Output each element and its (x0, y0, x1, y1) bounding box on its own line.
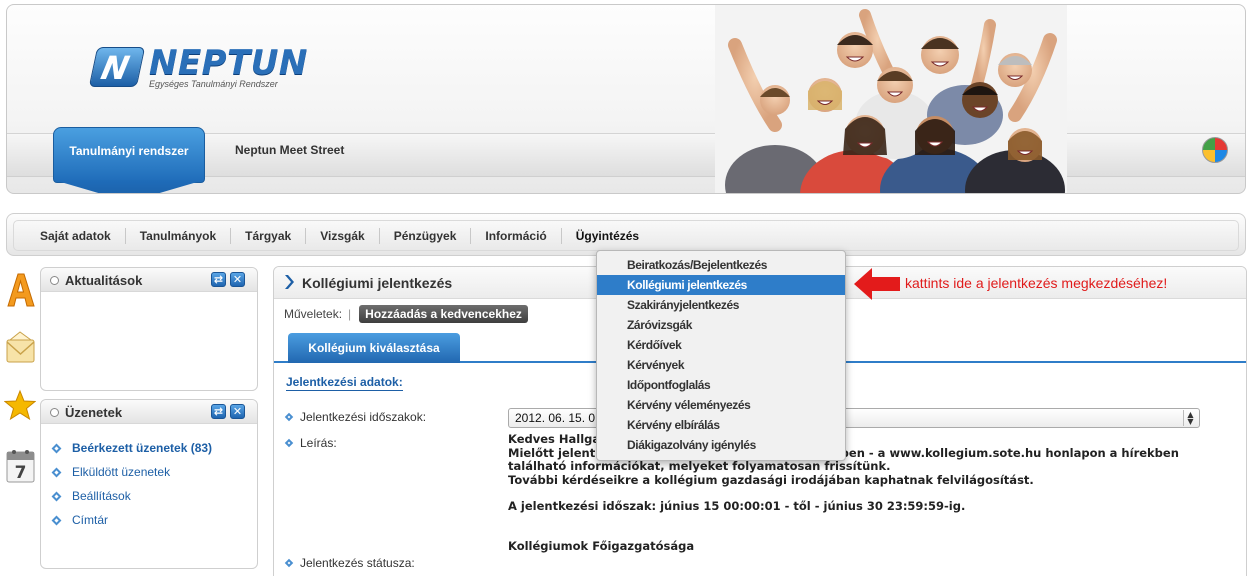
link-directory[interactable]: Címtár (51, 508, 257, 532)
link-settings[interactable]: Beállítások (51, 484, 257, 508)
section-title: Jelentkezési adatok: (286, 375, 403, 391)
nav-targyak[interactable]: Tárgyak (231, 227, 307, 244)
nav-tanulmanyok[interactable]: Tanulmányok (126, 227, 232, 244)
description-field-label: Leírás: (284, 436, 337, 450)
logo-subtitle: Egységes Tanulmányi Rendszer (149, 79, 278, 89)
logo-mark-icon: N (88, 47, 146, 87)
link-sent-label: Elküldött üzenetek (72, 465, 171, 479)
main-nav-inner: Saját adatok Tanulmányok Tárgyak Vizsgák… (13, 220, 1239, 251)
nav-sajat-adatok[interactable]: Saját adatok (26, 227, 126, 244)
menu-item-kollegiumi-jelentkezes[interactable]: Kollégiumi jelentkezés (597, 275, 845, 295)
link-inbox[interactable]: Beérkezett üzenetek (83) (51, 436, 257, 460)
calendar-day: 7 (15, 463, 27, 483)
neptun-logo[interactable]: N NEPTUN Egységes Tanulmányi Rendszer (88, 43, 307, 95)
news-panel-header: Aktualitások ⇄ ✕ (41, 268, 257, 292)
logo-text: NEPTUN (149, 43, 308, 83)
status-field-label: Jelentkezés státusza: (284, 556, 415, 570)
bullet-icon (284, 558, 294, 568)
language-globe-icon[interactable] (1202, 137, 1228, 163)
menu-item-idopontfoglalas[interactable]: Időpontfoglalás (597, 375, 845, 395)
menu-item-beiratkozas[interactable]: Beiratkozás/Bejelentkezés (597, 255, 845, 275)
panel-dot-icon (50, 276, 59, 285)
tab-tanulmanyi-rendszer[interactable]: Tanulmányi rendszer (53, 127, 205, 183)
link-inbox-label: Beérkezett üzenetek (83) (72, 441, 213, 455)
red-arrow-annotation-icon (854, 268, 900, 300)
period-select-value: 2012. 06. 15. 0 (515, 411, 596, 425)
select-arrows-icon: ▲ ▼ (1183, 410, 1197, 426)
menu-item-kervenyek[interactable]: Kérvények (597, 355, 845, 375)
refresh-icon[interactable]: ⇄ (211, 404, 226, 419)
refresh-icon[interactable]: ⇄ (211, 272, 226, 287)
tab-kollegium-kivalasztasa[interactable]: Kollégium kiválasztása (288, 333, 460, 363)
close-icon[interactable]: ✕ (230, 404, 245, 419)
bullet-icon (51, 491, 62, 501)
nav-penzugyek[interactable]: Pénzügyek (380, 227, 472, 244)
actions-separator: | (348, 307, 352, 321)
messages-links: Beérkezett üzenetek (83) Elküldött üzene… (41, 424, 257, 532)
star-favorites-icon[interactable] (4, 386, 36, 426)
actions-bar: Műveletek: | Hozzáadás a kedvencekhez (284, 305, 528, 323)
period-field-label: Jelentkezési időszakok: (284, 410, 427, 424)
tab-neptun-meet-street[interactable]: Neptun Meet Street (235, 143, 344, 157)
link-sent[interactable]: Elküldött üzenetek (51, 460, 257, 484)
bullet-icon (51, 443, 62, 453)
nav-informacio[interactable]: Információ (471, 227, 562, 244)
close-icon[interactable]: ✕ (230, 272, 245, 287)
desc-line-2b: ükben - a www.kollegium.sote.hu honlapon… (824, 445, 1179, 460)
menu-item-szakiranyjelentkezes[interactable]: Szakirányjelentkezés (597, 295, 845, 315)
envelope-icon[interactable] (4, 328, 36, 368)
actions-label: Műveletek: (284, 307, 343, 321)
bullet-icon (284, 412, 294, 422)
add-to-favorites-button[interactable]: Hozzáadás a kedvencekhez (359, 305, 528, 323)
nav-ugyintezes[interactable]: Ügyintézés (562, 228, 653, 244)
messages-panel: Üzenetek ⇄ ✕ Beérkezett üzenetek (83) El… (40, 399, 258, 569)
link-directory-label: Címtár (72, 513, 108, 527)
menu-item-kerdoivek[interactable]: Kérdőívek (597, 335, 845, 355)
header: N NEPTUN Egységes Tanulmányi Rendszer Ta… (6, 4, 1246, 194)
menu-item-kerveny-elbiralas[interactable]: Kérvény elbírálás (597, 415, 845, 435)
status-label-text: Jelentkezés státusza: (300, 556, 415, 570)
news-panel: Aktualitások ⇄ ✕ (40, 267, 258, 391)
ugyintezes-dropdown-menu: Beiratkozás/Bejelentkezés Kollégiumi jel… (596, 250, 846, 461)
menu-item-kerveny-velemenyezes[interactable]: Kérvény véleményezés (597, 395, 845, 415)
nav-vizsgak[interactable]: Vizsgák (306, 227, 380, 244)
desc-line-6: Kollégiumok Főigazgatósága (508, 538, 695, 553)
annotation-text: kattints ide a jelentkezés megkezdéséhez… (905, 275, 1168, 291)
link-settings-label: Beállítások (72, 489, 131, 503)
students-photo-banner (715, 5, 1067, 193)
menu-item-diakigazolvany-igenyles[interactable]: Diákigazolvány igénylés (597, 435, 845, 455)
menu-item-zarovizsgak[interactable]: Záróvizsgák (597, 315, 845, 335)
bullet-icon (51, 515, 62, 525)
desc-line-5: A jelentkezési időszak: június 15 00:00:… (508, 499, 966, 513)
panel-dot-icon (50, 408, 59, 417)
period-label-text: Jelentkezési időszakok: (300, 410, 427, 424)
description-label-text: Leírás: (300, 436, 337, 450)
chevron-right-icon (285, 275, 294, 289)
font-a-icon[interactable] (4, 270, 36, 310)
bullet-icon (284, 438, 294, 448)
calendar-icon[interactable]: 7 (4, 446, 36, 486)
messages-panel-title: Üzenetek (65, 405, 123, 420)
desc-line-3: található információkat, melyeket folyam… (508, 459, 891, 473)
page-title: Kollégiumi jelentkezés (302, 275, 453, 291)
messages-panel-header: Üzenetek ⇄ ✕ (41, 400, 257, 424)
desc-line-2a: Mielőtt jelentk (508, 445, 603, 460)
news-panel-title: Aktualitások (65, 273, 143, 288)
desc-line-4: További kérdéseikre a kollégium gazdaság… (508, 472, 1034, 487)
bullet-icon (51, 467, 62, 477)
